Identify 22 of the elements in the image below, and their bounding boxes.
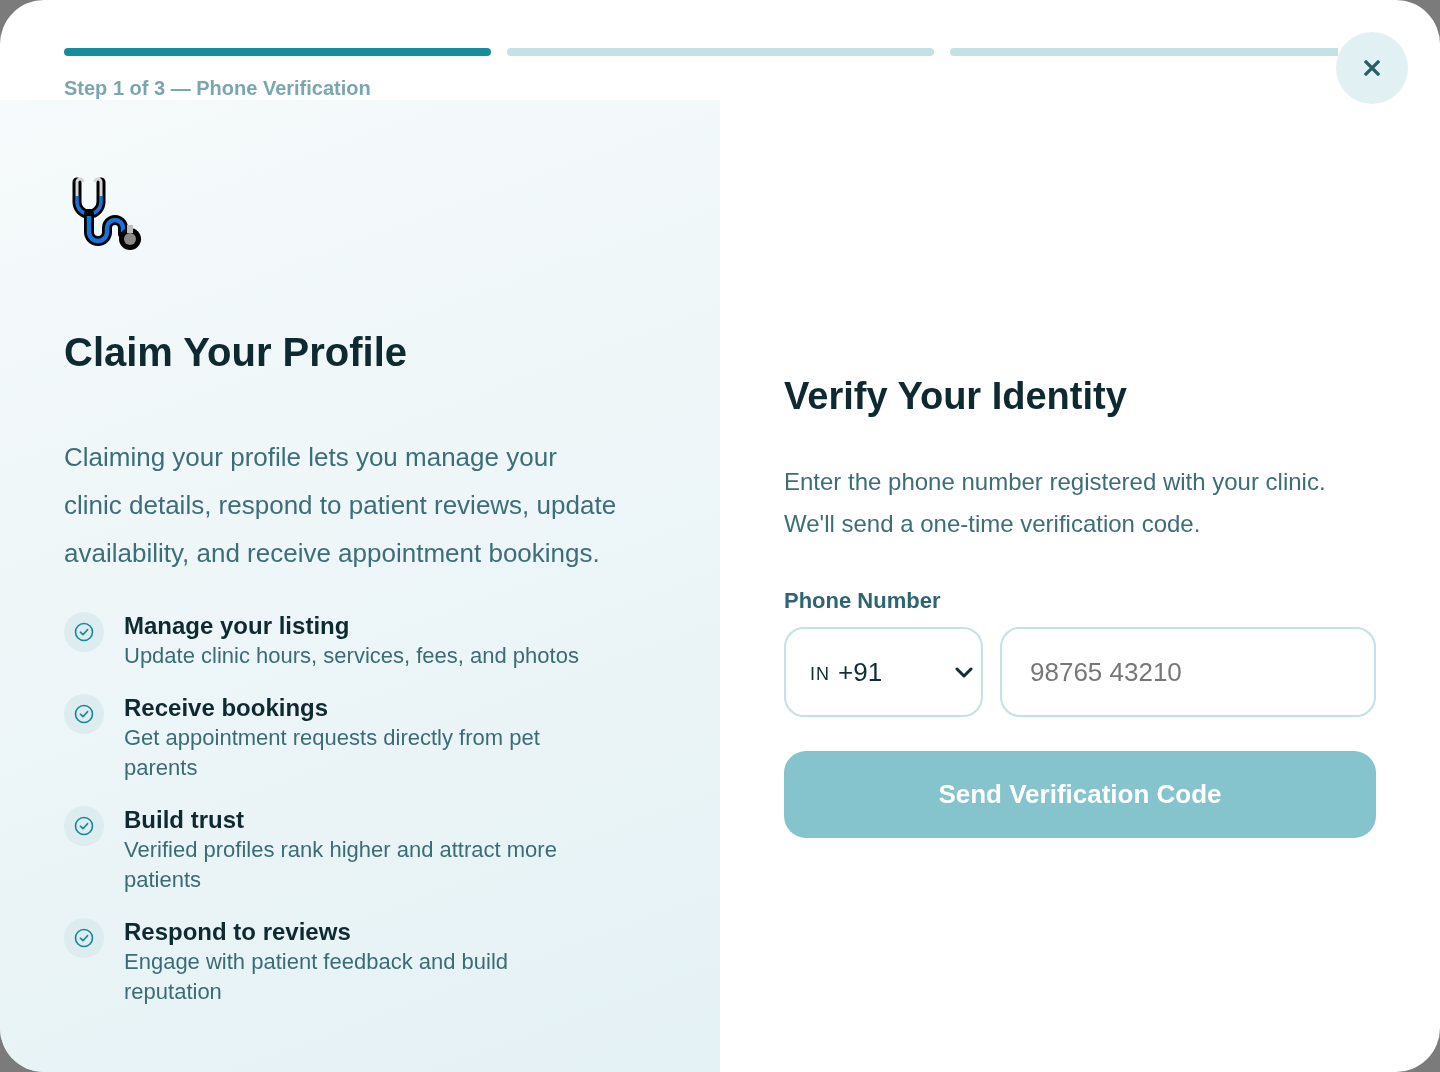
benefit-description: Verified profiles rank higher and attract more patients — [124, 836, 558, 894]
benefit-description: Get appointment requests directly from pet parents — [124, 724, 541, 782]
country-code-select[interactable]: IN +91 — [784, 627, 983, 717]
phone-number-label: Phone Number — [784, 587, 941, 615]
check-circle-icon — [64, 806, 104, 846]
benefit-description: Engage with patient feedback and build reputation — [124, 948, 510, 1006]
phone-number-input[interactable]: 98765 43210 — [1000, 627, 1376, 717]
check-circle-icon — [64, 694, 104, 734]
verify-title: Verify Your Identity — [784, 374, 1127, 419]
step-label: Step 1 of 3 — Phone Verification — [64, 76, 371, 100]
benefit-title: Manage your listing — [124, 611, 350, 641]
check-circle-icon — [64, 918, 104, 958]
chevron-down-icon — [955, 666, 973, 678]
close-icon — [1364, 60, 1380, 76]
benefit-title: Respond to reviews — [124, 917, 351, 947]
intro-description: Claiming your profile lets you manage your clinic details, respond to patient reviews, update availability, and receive appointment bookings. — [64, 441, 618, 570]
benefit-title: Build trust — [124, 805, 244, 835]
check-circle-icon — [64, 612, 104, 652]
benefit-description: Update clinic hours, services, fees, and photos — [124, 642, 579, 670]
verify-description: Enter the phone number registered with your clinic. We'll send a one-time verification code. — [784, 467, 1327, 539]
benefit-title: Receive bookings — [124, 693, 329, 723]
intro-title: Claim Your Profile — [64, 329, 408, 376]
